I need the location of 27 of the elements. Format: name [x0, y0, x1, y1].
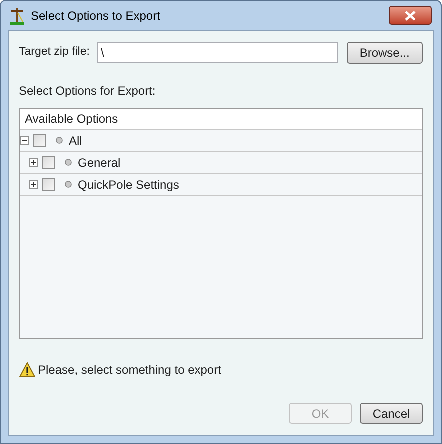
checkbox[interactable] [42, 178, 55, 191]
expand-toggle[interactable] [29, 158, 38, 167]
expand-toggle[interactable] [29, 180, 38, 189]
target-field[interactable]: \ [97, 42, 338, 63]
plus-icon [30, 159, 37, 166]
column-header[interactable]: Available Options [25, 110, 118, 128]
target-label: Target zip file: [19, 44, 91, 60]
checkbox[interactable] [33, 134, 46, 147]
window-title: Select Options to Export [31, 8, 160, 24]
tree-item-label[interactable]: All [69, 132, 82, 150]
bullet-icon [56, 137, 63, 144]
tree-item-label[interactable]: QuickPole Settings [78, 176, 180, 194]
warning-icon [19, 362, 36, 378]
tree-item-label[interactable]: General [78, 154, 121, 172]
utility-pole-icon [9, 6, 25, 24]
dialog-button[interactable]: Cancel [360, 403, 423, 424]
section-label: Select Options for Export: [19, 83, 157, 100]
plus-icon [30, 181, 37, 188]
browse-button[interactable]: Browse... [346, 42, 423, 64]
close-icon [405, 10, 416, 20]
warning-message: Please, select something to export [38, 362, 222, 379]
checkbox[interactable] [42, 156, 55, 169]
bullet-icon [65, 181, 72, 188]
bullet-icon [65, 159, 72, 166]
collapse-toggle[interactable] [20, 136, 29, 145]
close-button[interactable] [389, 6, 432, 25]
minus-icon [21, 137, 28, 144]
